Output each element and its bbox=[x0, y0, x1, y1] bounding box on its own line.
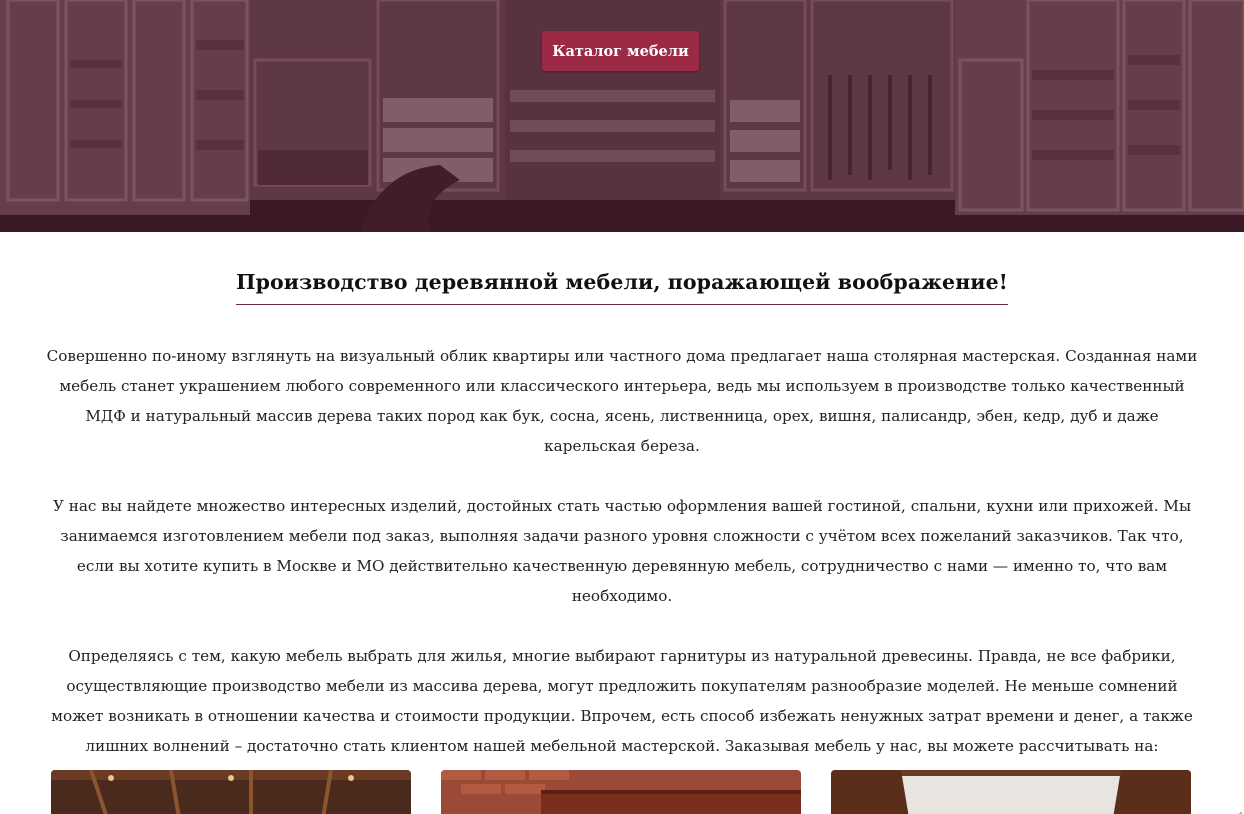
feature-card-2-image[interactable] bbox=[441, 770, 801, 814]
feature-cards bbox=[51, 770, 1243, 814]
hero-banner: Каталог мебели bbox=[0, 0, 1244, 232]
catalog-button[interactable]: Каталог мебели bbox=[542, 31, 699, 71]
feature-card-3-image[interactable] bbox=[831, 770, 1191, 814]
feature-card-1-image[interactable] bbox=[51, 770, 411, 814]
intro-text: Совершенно по-иному взглянуть на визуаль… bbox=[40, 341, 1204, 791]
scroll-corner-icon bbox=[1238, 811, 1243, 814]
intro-paragraph-2: У нас вы найдете множество интересных из… bbox=[52, 497, 1192, 605]
title-wrap: Производство деревянной мебели, поражающ… bbox=[0, 270, 1244, 305]
intro-paragraph-1: Совершенно по-иному взглянуть на визуаль… bbox=[46, 347, 1198, 455]
page-title: Производство деревянной мебели, поражающ… bbox=[236, 270, 1008, 305]
intro-paragraph-3: Определяясь с тем, какую мебель выбрать … bbox=[51, 647, 1193, 755]
